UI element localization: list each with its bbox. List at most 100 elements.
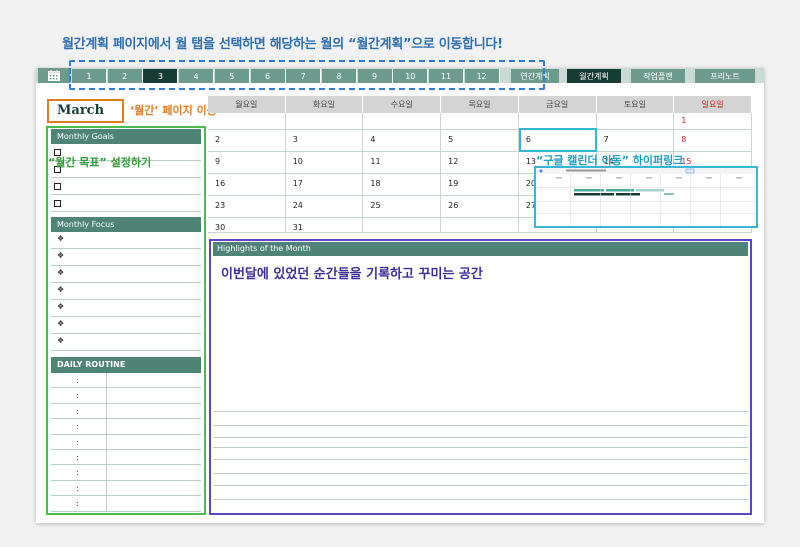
routine-time-separator: : (76, 483, 79, 493)
calendar-day-cell[interactable]: 12 (441, 152, 519, 174)
tab-monthly-plan[interactable]: 월간계획 (567, 69, 621, 83)
weekday-header: 화요일 (285, 96, 364, 113)
calendar-day-cell[interactable]: 17 (285, 174, 364, 196)
routine-time-separator: : (76, 406, 79, 416)
calendar-day-cell[interactable] (596, 113, 675, 130)
routine-row[interactable]: : (51, 403, 201, 420)
calendar-day-cell[interactable]: 19 (441, 174, 519, 196)
monthly-goals-header: Monthly Goals (51, 129, 201, 144)
routine-divider (106, 403, 107, 420)
calendar-day-cell[interactable]: 26 (441, 196, 519, 218)
weekday-header: 목요일 (441, 96, 519, 113)
month-page-note: ‘월간’ 페이지 이동 (130, 104, 217, 117)
calendar-day-cell[interactable]: 23 (208, 196, 286, 218)
tab-bar: 1 2 3 4 5 6 7 8 9 10 11 12 연간계획 월간계획 작업플랜 프리노트 (36, 60, 764, 90)
month-tab-5[interactable]: 5 (214, 69, 250, 83)
calendar-day-cell[interactable]: 7 (596, 130, 675, 152)
routine-row[interactable]: : (51, 419, 201, 435)
routine-divider (106, 465, 107, 481)
google-calendar-thumbnail[interactable] (534, 166, 758, 228)
weekday-header: 수요일 (363, 96, 442, 113)
calendar-day-cell[interactable]: 18 (363, 174, 442, 196)
month-tab-7[interactable]: 7 (286, 69, 322, 83)
month-tab-1[interactable]: 1 (72, 69, 107, 83)
routine-row[interactable]: : (51, 373, 201, 389)
goal-row[interactable] (51, 178, 201, 195)
routine-row[interactable]: : (51, 496, 201, 512)
month-tab-11[interactable]: 11 (429, 69, 464, 83)
calendar-day-cell[interactable]: 24 (285, 196, 364, 218)
month-tab-6[interactable]: 6 (250, 69, 286, 83)
calendar-day-cell[interactable] (441, 218, 519, 233)
calendar-day-cell[interactable]: 4 (363, 130, 442, 152)
routine-time-separator: : (76, 453, 79, 462)
month-tab-9[interactable]: 9 (357, 69, 393, 83)
calendar-day-cell[interactable] (363, 113, 442, 130)
routine-row[interactable]: : (51, 434, 201, 450)
focus-row[interactable]: ❖ (51, 334, 201, 351)
routine-divider (106, 419, 107, 435)
routine-time-separator: : (76, 391, 79, 401)
routine-row[interactable]: : (51, 388, 201, 404)
highlights-rule-line (213, 411, 748, 412)
routine-time-separator: : (76, 422, 79, 432)
calendar-day-cell[interactable]: 1 (674, 113, 752, 130)
diamond-bullet-icon: ❖ (57, 268, 65, 277)
calendar-day-cell[interactable] (441, 113, 519, 130)
calendar-day-cell[interactable] (208, 113, 286, 130)
routine-divider (106, 434, 107, 450)
goal-row[interactable] (51, 195, 201, 212)
tab-annual-plan[interactable]: 연간계획 (511, 69, 559, 83)
calendar-day-cell[interactable]: 5 (441, 130, 519, 152)
monthly-focus-header: Monthly Focus (51, 217, 201, 232)
calendar-day-cell[interactable]: 3 (285, 130, 364, 152)
diamond-bullet-icon: ❖ (57, 319, 65, 328)
highlights-rule-line (213, 459, 748, 460)
calendar-day-cell[interactable]: 16 (208, 174, 286, 196)
month-tab-4[interactable]: 4 (179, 69, 215, 83)
month-title[interactable]: March (47, 99, 124, 123)
routine-divider (106, 480, 107, 497)
month-tab-8[interactable]: 8 (321, 69, 357, 83)
calendar-day-cell[interactable]: 30 (208, 218, 286, 233)
month-tab-2[interactable]: 2 (107, 69, 143, 83)
checkbox-icon[interactable] (54, 200, 61, 207)
calendar-day-cell[interactable]: 25 (363, 196, 442, 218)
routine-row[interactable]: : (51, 480, 201, 497)
calendar-day-cell[interactable] (363, 218, 442, 233)
calendar-day-cell[interactable]: 31 (285, 218, 364, 233)
tab-work-plan[interactable]: 작업플랜 (631, 69, 685, 83)
routine-divider (106, 388, 107, 404)
calendar-day-cell[interactable]: 2 (208, 130, 286, 152)
highlights-description: 이번달에 있었던 순간들을 기록하고 꾸미는 공간 (221, 267, 483, 282)
focus-row[interactable]: ❖ (51, 249, 201, 266)
month-tab-3[interactable]: 3 (143, 69, 179, 83)
calendar-day-cell[interactable]: 8 (674, 130, 752, 152)
diamond-bullet-icon: ❖ (57, 285, 65, 294)
routine-time-separator: : (76, 499, 79, 509)
routine-row[interactable]: : (51, 465, 201, 481)
highlights-rule-line (213, 425, 748, 426)
calendar-icon[interactable] (38, 68, 70, 83)
focus-row[interactable]: ❖ (51, 232, 201, 249)
tab-free-note[interactable]: 프리노트 (695, 69, 755, 83)
highlights-rule-line (213, 485, 748, 486)
month-tab-10[interactable]: 10 (393, 69, 429, 83)
calendar-day-cell[interactable]: 10 (285, 152, 364, 174)
calendar-day-cell[interactable]: 11 (363, 152, 442, 174)
calendar-day-cell[interactable] (285, 113, 364, 130)
google-calendar-link-highlight[interactable] (518, 128, 597, 152)
routine-row[interactable]: : (51, 450, 201, 466)
focus-row[interactable]: ❖ (51, 266, 201, 283)
weekday-header: 금요일 (518, 96, 597, 113)
diamond-bullet-icon: ❖ (57, 302, 65, 311)
highlights-header: Highlights of the Month (213, 242, 748, 256)
focus-row[interactable]: ❖ (51, 283, 201, 300)
month-tab-12[interactable]: 12 (464, 69, 500, 83)
planner-page: 1 2 3 4 5 6 7 8 9 10 11 12 연간계획 월간계획 작업플랜 프리노트 Marc… (36, 60, 764, 523)
checkbox-icon[interactable] (54, 183, 61, 190)
focus-row[interactable]: ❖ (51, 317, 201, 334)
highlights-rule-line (213, 499, 748, 500)
focus-row[interactable]: ❖ (51, 300, 201, 317)
calendar-day-cell[interactable]: 9 (208, 152, 286, 174)
